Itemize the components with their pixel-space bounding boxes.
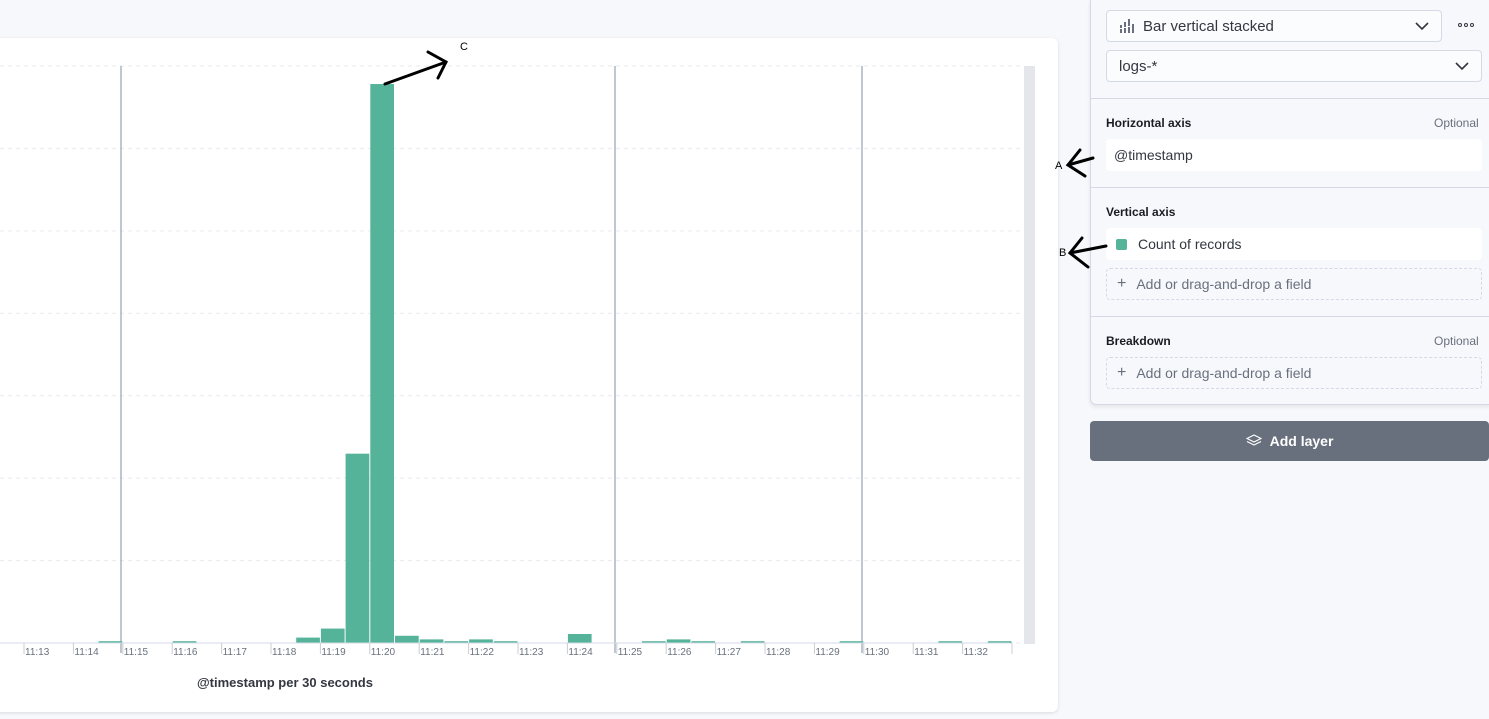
annotation-label-c: C	[460, 41, 468, 53]
arrow-c-icon	[383, 50, 448, 86]
annotation-label-a: A	[1055, 160, 1063, 172]
annotation-overlay	[383, 50, 1108, 269]
annotation-label-b: B	[1059, 247, 1067, 259]
arrow-b-icon	[1067, 236, 1108, 269]
arrow-a-icon	[1065, 148, 1095, 178]
